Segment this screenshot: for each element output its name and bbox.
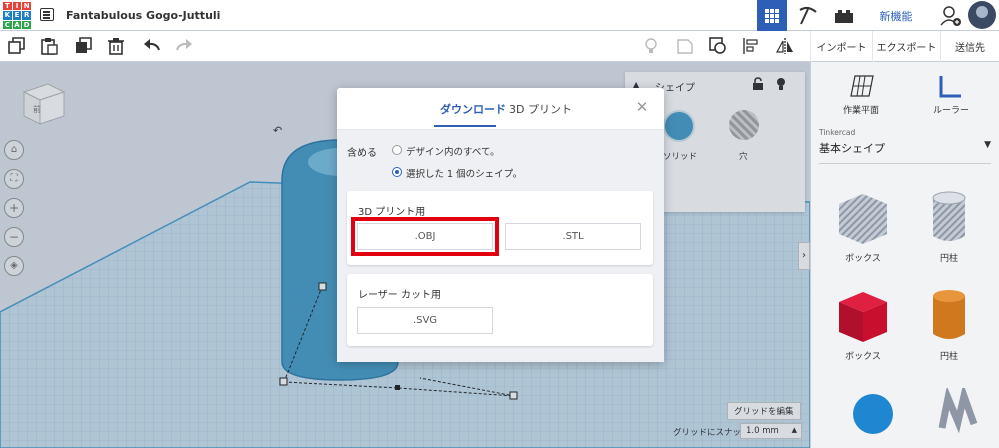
add-user-icon	[940, 5, 961, 26]
tinkercad-logo[interactable]: TIN KER CAD	[3, 2, 31, 29]
shape-sphere[interactable]	[833, 388, 913, 441]
laser-cut-section: レーザー カット用 .SVG	[347, 274, 653, 346]
shape-label: ボックス	[845, 254, 881, 264]
tab-3d-print[interactable]: 3D プリント	[509, 101, 572, 117]
brick-icon	[835, 9, 853, 23]
chevron-down-icon: ▼	[984, 140, 991, 150]
undo-icon[interactable]	[143, 37, 161, 55]
shape-scribble[interactable]	[919, 383, 999, 441]
export-button[interactable]: エクスポート	[872, 31, 940, 62]
obj-highlight-box	[351, 217, 499, 256]
cylinder-shape-icon	[932, 191, 966, 241]
shapes-panel: 作業平面 ルーラー Tinkercad 基本シェイプ ▼ ボックス 円柱 ボック…	[810, 62, 999, 448]
bricks-view-button[interactable]	[829, 0, 859, 31]
redo-icon[interactable]	[175, 37, 193, 55]
sphere-shape-icon	[853, 394, 893, 434]
cylinder-shape-icon	[933, 290, 965, 339]
include-label: 含める	[347, 148, 377, 159]
3d-design-view-button[interactable]	[757, 0, 787, 31]
design-list-icon[interactable]	[40, 8, 54, 21]
print-section-title: 3D プリント用	[358, 207, 426, 218]
active-tab-indicator	[434, 125, 496, 127]
grid-icon	[765, 8, 779, 23]
add-user-button[interactable]	[938, 0, 964, 31]
ruler-tool[interactable]: ルーラー	[911, 72, 991, 116]
shape-box-solid[interactable]: ボックス	[823, 284, 903, 362]
shape-box-hole[interactable]: ボックス	[823, 186, 903, 264]
radio-all-designs[interactable]	[392, 145, 402, 155]
project-title[interactable]: Fantabulous Gogo-Juttuli	[66, 9, 220, 22]
stl-button[interactable]: .STL	[505, 223, 641, 250]
workplane-icon	[850, 75, 874, 97]
dialog-tabs: ダウンロード 3D プリント ✕	[337, 88, 664, 128]
import-button[interactable]: インポート	[810, 31, 872, 62]
top-bar: TIN KER CAD Fantabulous Gogo-Juttuli 新機能	[0, 0, 999, 31]
workplane-tool[interactable]: 作業平面	[821, 72, 901, 116]
radio-selected-shapes[interactable]	[392, 167, 402, 177]
laser-section-title: レーザー カット用	[358, 290, 441, 301]
option-selected-label[interactable]: 選択した 1 個のシェイプ。	[406, 166, 522, 180]
ruler-icon	[939, 76, 961, 98]
new-features-link[interactable]: 新機能	[866, 0, 926, 31]
library-value: 基本シェイプ	[819, 142, 885, 155]
shape-library-select[interactable]: Tinkercad 基本シェイプ ▼	[819, 128, 991, 164]
delete-icon[interactable]	[107, 37, 125, 55]
note-icon[interactable]	[676, 37, 694, 55]
library-provider: Tinkercad	[819, 128, 856, 137]
shape-label: ボックス	[845, 352, 881, 362]
group-icon[interactable]	[709, 37, 727, 55]
ruler-label: ルーラー	[932, 106, 969, 116]
shape-label: 円柱	[939, 254, 958, 264]
pickaxe-icon	[799, 6, 817, 24]
paste-icon[interactable]	[40, 37, 58, 55]
tab-download[interactable]: ダウンロード	[440, 101, 506, 117]
box-shape-icon	[839, 194, 887, 244]
svg-button[interactable]: .SVG	[357, 307, 493, 334]
duplicate-icon[interactable]	[75, 37, 93, 55]
shape-label: 円柱	[939, 352, 958, 362]
edit-toolbar: インポート エクスポート 送信先	[0, 31, 999, 62]
light-bulb-icon[interactable]	[642, 37, 660, 55]
shape-cylinder-hole[interactable]: 円柱	[909, 186, 989, 264]
user-avatar[interactable]	[968, 1, 996, 29]
scribble-shape-icon	[938, 383, 978, 434]
copy-icon[interactable]	[8, 37, 26, 55]
mirror-icon[interactable]	[776, 37, 794, 55]
align-icon[interactable]	[743, 37, 761, 55]
blocks-view-button[interactable]	[793, 0, 823, 31]
send-to-button[interactable]: 送信先	[940, 31, 999, 62]
option-all-label[interactable]: デザイン内のすべて。	[406, 144, 500, 158]
shape-cylinder-solid[interactable]: 円柱	[909, 284, 989, 362]
box-shape-icon	[839, 292, 887, 342]
workplane-label: 作業平面	[842, 106, 879, 116]
close-icon[interactable]: ✕	[634, 99, 650, 115]
